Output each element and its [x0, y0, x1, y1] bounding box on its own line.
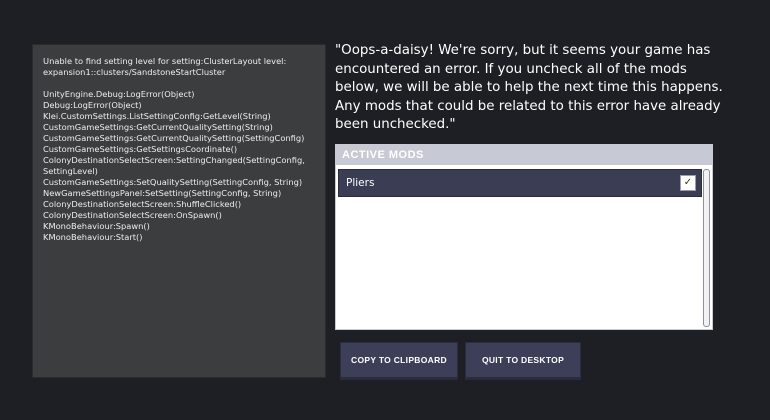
log-line: CustomGameSettings:GetSettingsCoordinate…	[43, 144, 238, 154]
log-line: Unable to find setting level for setting…	[43, 56, 287, 66]
mods-list: Pliers ✓	[338, 169, 702, 197]
log-line: KMonoBehaviour:Spawn()	[43, 221, 150, 231]
log-line: KMonoBehaviour:Start()	[43, 232, 143, 242]
log-line: ColonyDestinationSelectScreen:ShuffleCli…	[43, 199, 242, 209]
log-line: CustomGameSettings:GetCurrentQualitySett…	[43, 133, 305, 143]
log-line: ColonyDestinationSelectScreen:SettingCha…	[43, 155, 305, 165]
log-line: expansion1::clusters/SandstoneStartClust…	[43, 67, 226, 77]
log-line: UnityEngine.Debug:LogError(Object)	[43, 89, 195, 99]
mod-name: Pliers	[346, 177, 375, 189]
log-line: CustomGameSettings:SetQualitySetting(Set…	[43, 177, 303, 187]
copy-to-clipboard-button[interactable]: COPY TO CLIPBOARD	[340, 342, 458, 378]
error-message: "Oops-a-daisy! We're sorry, but it seems…	[335, 43, 723, 132]
quit-to-desktop-button[interactable]: QUIT TO DESKTOP	[465, 342, 581, 378]
mods-scrollbar[interactable]	[703, 169, 710, 327]
error-log-panel: Unable to find setting level for setting…	[32, 44, 326, 378]
active-mods-header: ACTIVE MODS	[336, 145, 712, 165]
mod-checkbox-pliers[interactable]: ✓	[680, 175, 696, 191]
log-line: ColonyDestinationSelectScreen:OnSpawn()	[43, 210, 222, 220]
log-line: Debug:LogError(Object)	[43, 100, 142, 110]
log-line: NewGameSettingsPanel:SetSetting(SettingC…	[43, 188, 282, 198]
mod-row-pliers[interactable]: Pliers ✓	[338, 169, 702, 197]
log-line: CustomGameSettings:GetCurrentQualitySett…	[43, 122, 273, 132]
active-mods-panel: ACTIVE MODS Pliers ✓	[335, 144, 713, 330]
log-line: Klei.CustomSettings.ListSettingConfig:Ge…	[43, 111, 271, 121]
log-line: SettingLevel)	[43, 166, 98, 176]
